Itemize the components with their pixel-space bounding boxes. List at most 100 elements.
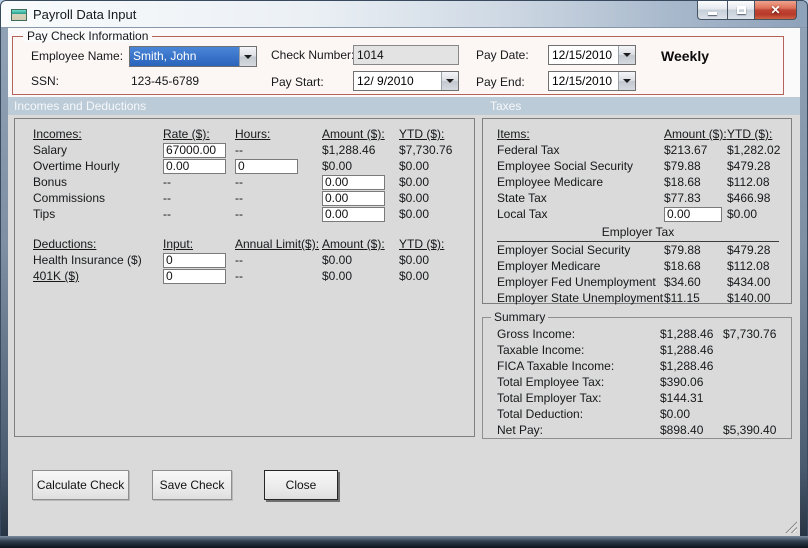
close-button[interactable]: Close [264, 470, 338, 500]
column-header: Rate ($): [163, 127, 210, 141]
column-header: Input: [163, 237, 194, 251]
table-row: Total Deduction: $0.00 [497, 406, 791, 422]
cell-input[interactable] [322, 190, 385, 206]
column-header: Deductions: [33, 237, 97, 251]
table-cell: $0.00 [727, 207, 758, 221]
table-cell: $434.00 [727, 275, 771, 289]
table-row: Employer Fed Unemployment $34.60 $434.00 [497, 274, 791, 290]
table-row: Overtime Hourly $0.00 $0.00 [33, 158, 474, 174]
pay-date-value: 12/15/2010 [552, 48, 613, 62]
table-cell: FICA Taxable Income: [497, 359, 615, 373]
table-cell: -- [235, 143, 243, 157]
client-area: Pay Check Information Employee Name: Smi… [8, 28, 800, 536]
title-bar[interactable]: Payroll Data Input ✕ [1, 1, 807, 28]
table-cell: $79.88 [664, 159, 701, 173]
table-row: Total Employee Tax: $390.06 [497, 374, 791, 390]
table-row: Employee Social Security $79.88 $479.28 [497, 158, 791, 174]
cell-input[interactable] [235, 158, 298, 174]
cell-input[interactable] [322, 206, 385, 222]
employee-name-combobox[interactable]: Smith, John [129, 46, 257, 67]
table-cell: Salary [33, 143, 68, 157]
table-cell: $1,282.02 [727, 143, 781, 157]
table-row: Employer State Unemployment $11.15 $140.00 [497, 290, 791, 306]
table-cell: Health Insurance ($) [33, 253, 142, 267]
resize-grip[interactable] [784, 520, 797, 533]
link-label[interactable]: 401K ($) [33, 269, 163, 283]
maximize-button[interactable] [727, 1, 755, 20]
table-cell: $0.00 [322, 159, 353, 173]
table-cell: $0.00 [399, 159, 430, 173]
ssn-value: 123-45-6789 [131, 74, 200, 88]
column-header: Items: [497, 127, 530, 141]
close-window-button[interactable]: ✕ [755, 1, 797, 20]
pay-end-dropdown-button[interactable] [618, 72, 635, 90]
save-check-button[interactable]: Save Check [152, 470, 232, 500]
table-cell: $7,730.76 [723, 327, 777, 341]
cell-input[interactable] [163, 252, 226, 268]
summary-group-label: Summary [491, 310, 549, 324]
table-cell: -- [235, 253, 243, 267]
table-cell: $112.08 [727, 259, 770, 273]
ssn-label: SSN: [31, 74, 60, 88]
table-cell: Employer Social Security [497, 243, 631, 257]
table-cell: Bonus [33, 175, 68, 189]
table-cell: State Tax [497, 191, 547, 205]
pay-end-datepicker[interactable]: 12/15/2010 [548, 71, 636, 91]
cell-input[interactable] [163, 142, 226, 158]
table-cell: Tips [33, 207, 56, 221]
table-cell: Net Pay: [497, 423, 544, 437]
cell-input[interactable] [163, 158, 226, 174]
table-cell: $466.98 [727, 191, 771, 205]
app-icon [11, 9, 27, 21]
chevron-down-icon [446, 79, 454, 83]
table-cell: Employer State Unemployment [497, 291, 664, 305]
pay-start-datepicker[interactable]: 12/ 9/2010 [353, 71, 459, 91]
cell-input[interactable] [163, 268, 226, 284]
column-header: Amount ($): [664, 127, 727, 141]
table-cell: $479.28 [727, 243, 771, 257]
table-cell: $0.00 [660, 407, 691, 421]
table-cell: $1,288.46 [660, 327, 714, 341]
employer-tax-title: Employer Tax [497, 225, 779, 242]
pay-end-label: Pay End: [476, 75, 525, 89]
check-number-input[interactable] [353, 45, 459, 65]
pay-start-dropdown-button[interactable] [441, 72, 458, 90]
table-cell: Employee Social Security [497, 159, 634, 173]
taxes-table: Items: Amount ($): YTD ($): Federal Tax $213… [497, 126, 791, 222]
calculate-check-button[interactable]: Calculate Check [32, 470, 129, 500]
table-header-row: Items: Amount ($): YTD ($): [497, 126, 791, 142]
employee-name-dropdown-button[interactable] [239, 47, 256, 66]
table-cell: Total Employee Tax: [497, 375, 605, 389]
table-cell: $144.31 [660, 391, 704, 405]
pay-date-dropdown-button[interactable] [618, 46, 635, 64]
paycheck-info-group-label: Pay Check Information [23, 29, 153, 43]
table-cell: $5,390.40 [723, 423, 777, 437]
pay-date-datepicker[interactable]: 12/15/2010 [548, 45, 636, 65]
column-header: Amount ($): [322, 237, 385, 251]
pay-start-label: Pay Start: [271, 75, 324, 89]
cell-input[interactable] [322, 174, 385, 190]
table-row: Local Tax $0.00 [497, 206, 791, 222]
table-row: Total Employer Tax: $144.31 [497, 390, 791, 406]
maximize-icon [736, 6, 746, 14]
table-cell: $390.06 [660, 375, 704, 389]
pay-frequency-label: Weekly [661, 48, 709, 64]
table-cell: $1,288.46 [660, 359, 714, 373]
table-row: State Tax $77.83 $466.98 [497, 190, 791, 206]
taxes-section-header: Taxes [490, 99, 522, 113]
table-cell: $1,288.46 [322, 143, 376, 157]
chevron-down-icon [244, 54, 252, 59]
table-row: Commissions -- -- $0.00 [33, 190, 474, 206]
deductions-table: Deductions: Input: Annual Limit($): Amount … [33, 236, 474, 284]
incomes-section-header: Incomes and Deductions [14, 99, 147, 113]
minimize-button[interactable] [697, 1, 727, 20]
table-cell: $213.67 [664, 143, 708, 157]
cell-input[interactable] [664, 206, 722, 222]
table-cell: $11.15 [664, 291, 700, 305]
chevron-down-icon [623, 79, 631, 83]
chevron-down-icon [623, 53, 631, 57]
table-row: Federal Tax $213.67 $1,282.02 [497, 142, 791, 158]
window-bottom-edge [0, 536, 808, 548]
table-row: Tips -- -- $0.00 [33, 206, 474, 222]
table-cell: $77.83 [664, 191, 701, 205]
